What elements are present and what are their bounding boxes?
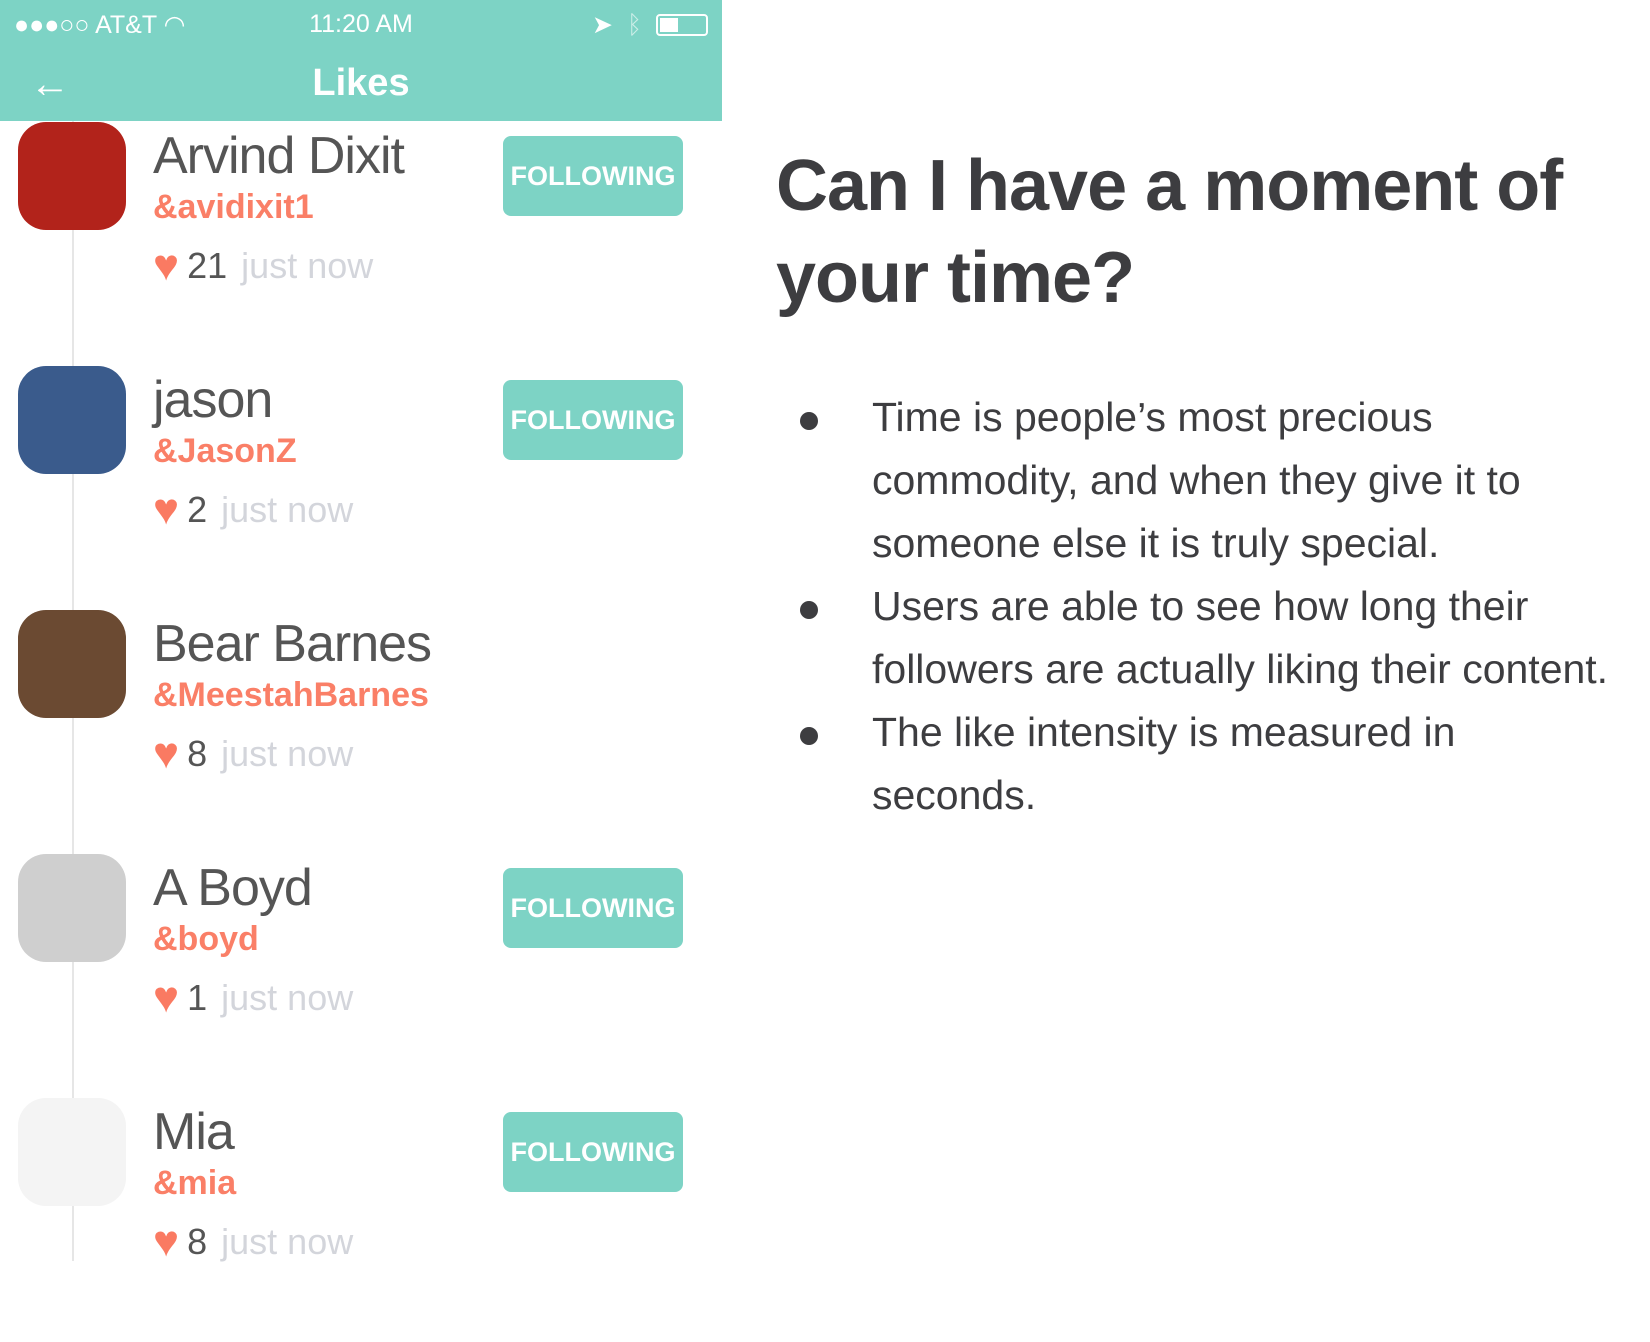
like-time: just now	[241, 245, 374, 286]
like-seconds: 8	[187, 733, 208, 774]
user-handle[interactable]: &mia	[153, 1164, 236, 1203]
like-list-item[interactable]: A Boyd &boyd ♥ 1 just now FOLLOWING	[0, 854, 722, 1098]
heart-icon: ♥	[153, 1217, 180, 1266]
bluetooth-icon: ᛒ	[626, 10, 642, 39]
like-list-item[interactable]: Mia &mia ♥ 8 just now FOLLOWING	[0, 1098, 722, 1342]
bullet-icon	[800, 412, 818, 430]
page-title: Likes	[312, 62, 410, 104]
user-name[interactable]: jason	[153, 370, 273, 430]
bullet-icon	[800, 601, 818, 619]
app-header: ●●●○○ AT&T ◠ 11:20 AM ➤ ᛒ ← Likes	[0, 0, 722, 121]
like-meta: ♥ 1 just now	[153, 976, 353, 1020]
phone-screen: ●●●○○ AT&T ◠ 11:20 AM ➤ ᛒ ← Likes Arvind…	[0, 0, 722, 1275]
like-seconds: 8	[187, 1221, 208, 1262]
bullet-list: Time is people’s most precious commodity…	[776, 386, 1616, 827]
like-meta: ♥ 21 just now	[153, 244, 373, 288]
like-list-item[interactable]: Arvind Dixit &avidixit1 ♥ 21 just now FO…	[0, 122, 722, 366]
user-handle[interactable]: &JasonZ	[153, 432, 297, 471]
like-list-item[interactable]: jason &JasonZ ♥ 2 just now FOLLOWING	[0, 366, 722, 610]
following-button[interactable]: FOLLOWING	[503, 136, 683, 216]
avatar[interactable]	[18, 854, 126, 962]
bullet-icon	[800, 727, 818, 745]
status-icons: ➤ ᛒ	[592, 10, 708, 40]
like-meta: ♥ 8 just now	[153, 732, 353, 776]
heart-icon: ♥	[153, 729, 180, 778]
battery-icon	[656, 14, 708, 36]
user-name[interactable]: A Boyd	[153, 858, 313, 918]
bullet-text: The like intensity is measured in second…	[872, 709, 1456, 818]
heart-icon: ♥	[153, 973, 180, 1022]
heart-icon: ♥	[153, 485, 180, 534]
like-meta: ♥ 8 just now	[153, 1220, 353, 1264]
heart-icon: ♥	[153, 241, 180, 290]
bullet-item: Users are able to see how long their fol…	[776, 575, 1616, 701]
like-time: just now	[221, 489, 354, 530]
slide-title: Can I have a moment of your time?	[776, 146, 1563, 318]
bullet-item: The like intensity is measured in second…	[776, 701, 1616, 827]
user-handle[interactable]: &boyd	[153, 920, 259, 959]
avatar[interactable]	[18, 610, 126, 718]
following-button[interactable]: FOLLOWING	[503, 868, 683, 948]
like-time: just now	[221, 733, 354, 774]
bullet-text: Users are able to see how long their fol…	[872, 583, 1609, 692]
location-icon: ➤	[592, 11, 613, 39]
user-handle[interactable]: &avidixit1	[153, 188, 314, 227]
user-name[interactable]: Mia	[153, 1102, 235, 1162]
like-time: just now	[221, 977, 354, 1018]
slide: Can I have a moment of your time? Time i…	[776, 140, 1616, 827]
avatar[interactable]	[18, 1098, 126, 1206]
following-button[interactable]: FOLLOWING	[503, 1112, 683, 1192]
user-handle[interactable]: &MeestahBarnes	[153, 676, 429, 715]
like-seconds: 1	[187, 977, 208, 1018]
user-name[interactable]: Bear Barnes	[153, 614, 432, 674]
user-name[interactable]: Arvind Dixit	[153, 126, 405, 186]
following-button[interactable]: FOLLOWING	[503, 380, 683, 460]
avatar[interactable]	[18, 366, 126, 474]
status-bar: ●●●○○ AT&T ◠ 11:20 AM ➤ ᛒ	[0, 6, 722, 42]
bullet-text: Time is people’s most precious commodity…	[872, 394, 1521, 566]
like-meta: ♥ 2 just now	[153, 488, 353, 532]
avatar[interactable]	[18, 122, 126, 230]
like-seconds: 2	[187, 489, 208, 530]
like-seconds: 21	[187, 245, 228, 286]
bullet-item: Time is people’s most precious commodity…	[776, 386, 1616, 575]
like-time: just now	[221, 1221, 354, 1262]
like-list-item[interactable]: Bear Barnes &MeestahBarnes ♥ 8 just now	[0, 610, 722, 854]
